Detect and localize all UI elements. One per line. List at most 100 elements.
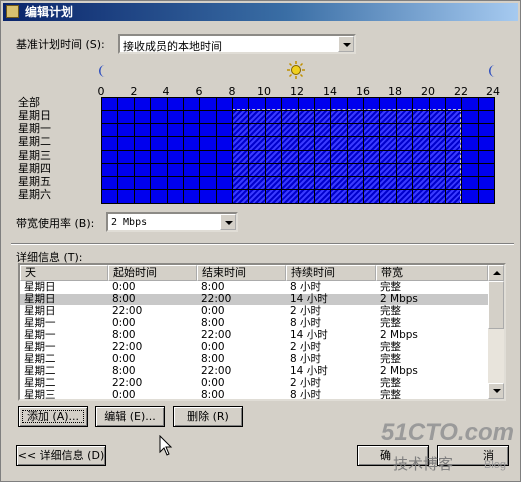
table-cell: 2 Mbps — [380, 365, 418, 377]
day-label-wednesday[interactable]: 星期三 — [18, 150, 100, 162]
table-cell: 星期一 — [24, 341, 56, 353]
day-label-sunday[interactable]: 星期日 — [18, 110, 100, 122]
table-cell: 星期二 — [24, 365, 56, 377]
table-row[interactable]: 星期二 22:00 0:00 2 小时 完整 — [20, 378, 488, 389]
column-header-bandwidth[interactable]: 带宽 — [376, 265, 488, 281]
grid-hline — [101, 163, 494, 164]
watermark-sub: 技术博客 — [393, 456, 454, 473]
column-header-duration[interactable]: 持续时间 — [286, 265, 376, 281]
table-cell: 22:00 — [201, 329, 232, 341]
table-cell: 8:00 — [112, 293, 136, 305]
table-cell: 8 小时 — [290, 317, 322, 329]
table-cell: 14 小时 — [290, 293, 328, 305]
day-label-thursday[interactable]: 星期四 — [18, 163, 100, 175]
table-cell: 完整 — [380, 353, 401, 365]
chevron-down-icon[interactable] — [220, 214, 236, 230]
separator — [11, 243, 514, 245]
day-label-tuesday[interactable]: 星期二 — [18, 136, 100, 148]
table-cell: 星期二 — [24, 353, 56, 365]
table-cell: 完整 — [380, 389, 401, 401]
day-label-friday[interactable]: 星期五 — [18, 176, 100, 188]
table-cell: 22:00 — [112, 305, 143, 317]
table-row[interactable]: 星期二 8:00 22:00 14 小时 2 Mbps — [20, 366, 488, 377]
table-cell: 完整 — [380, 281, 401, 293]
table-cell: 22:00 — [201, 365, 232, 377]
scroll-down-icon[interactable] — [488, 383, 504, 399]
table-cell: 星期一 — [24, 329, 56, 341]
watermark-blog: Blog — [484, 459, 507, 471]
bandwidth-select[interactable]: 2 Mbps — [106, 212, 238, 232]
sun-icon — [287, 61, 305, 79]
day-label-monday[interactable]: 星期一 — [18, 123, 100, 135]
window-title: 编辑计划 — [25, 5, 74, 19]
edit-schedule-window: 编辑计划 基准计划时间 (S): 接收成员的本地时间 0 2 4 6 8 10 … — [0, 0, 521, 482]
scroll-thumb[interactable] — [488, 281, 504, 329]
grid-hline — [101, 123, 494, 124]
baseline-value: 接收成员的本地时间 — [123, 40, 222, 53]
table-row[interactable]: 星期一 22:00 0:00 2 小时 完整 — [20, 342, 488, 353]
window-icon — [6, 5, 19, 18]
add-button-label: 添加 (A)... — [19, 407, 87, 426]
bandwidth-value: 2 Mbps — [111, 217, 148, 228]
moon-icon — [489, 65, 495, 77]
day-label-all[interactable]: 全部 — [18, 97, 100, 109]
grid-hline — [101, 203, 494, 204]
table-row[interactable]: 星期日 0:00 8:00 8 小时 完整 — [20, 282, 488, 293]
grid-hline — [101, 110, 494, 111]
details-toggle-button[interactable]: << 详细信息 (D) — [16, 445, 106, 466]
baseline-label: 基准计划时间 (S): — [16, 38, 105, 51]
table-cell: 22:00 — [112, 377, 143, 389]
chevron-down-icon[interactable] — [338, 36, 354, 52]
table-row[interactable]: 星期日 22:00 0:00 2 小时 完整 — [20, 306, 488, 317]
watermark-site: 51CTO.com — [381, 419, 514, 446]
table-cell: 完整 — [380, 317, 401, 329]
table-cell: 0:00 — [112, 353, 136, 365]
table-cell: 8 小时 — [290, 389, 322, 401]
table-cell: 2 Mbps — [380, 293, 418, 305]
table-row[interactable]: 星期二 0:00 8:00 8 小时 完整 — [20, 354, 488, 365]
details-list[interactable]: 天 起始时间 结束时间 持续时间 带宽 星期日 0:00 8:00 8 小时 完整 星期日… — [18, 263, 506, 401]
delete-button[interactable]: 删除 (R) — [173, 406, 243, 427]
table-cell: 0:00 — [201, 341, 225, 353]
table-cell: 星期日 — [24, 281, 56, 293]
table-cell: 8:00 — [201, 281, 225, 293]
schedule-grid[interactable] — [101, 97, 495, 204]
grid-hline — [101, 176, 494, 177]
table-cell: 8:00 — [201, 353, 225, 365]
scroll-up-icon[interactable] — [488, 265, 504, 281]
table-cell: 0:00 — [112, 389, 136, 401]
grid-hline — [101, 189, 494, 190]
table-row[interactable]: 星期三 0:00 8:00 8 小时 完整 — [20, 389, 488, 401]
baseline-select[interactable]: 接收成员的本地时间 — [118, 34, 356, 54]
vertical-scrollbar[interactable] — [488, 265, 504, 399]
add-button[interactable]: 添加 (A)... — [18, 406, 88, 427]
table-cell: 22:00 — [112, 341, 143, 353]
column-header-end[interactable]: 结束时间 — [197, 265, 286, 281]
grid-hline — [101, 136, 494, 137]
table-cell: 2 小时 — [290, 305, 322, 317]
mouse-cursor-icon — [159, 435, 173, 456]
edit-button[interactable]: 编辑 (E)... — [95, 406, 165, 427]
table-row[interactable]: 星期日 8:00 22:00 14 小时 2 Mbps — [20, 294, 488, 305]
table-cell: 完整 — [380, 341, 401, 353]
table-cell: 22:00 — [201, 293, 232, 305]
table-cell: 8 小时 — [290, 353, 322, 365]
grid-vline — [494, 97, 495, 204]
table-cell: 2 小时 — [290, 341, 322, 353]
table-row[interactable]: 星期一 0:00 8:00 8 小时 完整 — [20, 318, 488, 329]
column-header-day[interactable]: 天 — [20, 265, 108, 281]
table-row[interactable]: 星期一 8:00 22:00 14 小时 2 Mbps — [20, 330, 488, 341]
bandwidth-label: 带宽使用率 (B): — [16, 217, 95, 230]
table-cell: 0:00 — [112, 317, 136, 329]
table-cell: 星期日 — [24, 293, 56, 305]
table-cell: 8 小时 — [290, 281, 322, 293]
table-cell: 完整 — [380, 377, 401, 389]
table-cell: 完整 — [380, 305, 401, 317]
day-label-saturday[interactable]: 星期六 — [18, 189, 100, 201]
column-header-start[interactable]: 起始时间 — [108, 265, 197, 281]
moon-icon — [99, 65, 105, 77]
table-cell: 星期二 — [24, 377, 56, 389]
table-cell: 星期三 — [24, 389, 56, 401]
table-cell: 14 小时 — [290, 329, 328, 341]
table-cell: 0:00 — [201, 305, 225, 317]
